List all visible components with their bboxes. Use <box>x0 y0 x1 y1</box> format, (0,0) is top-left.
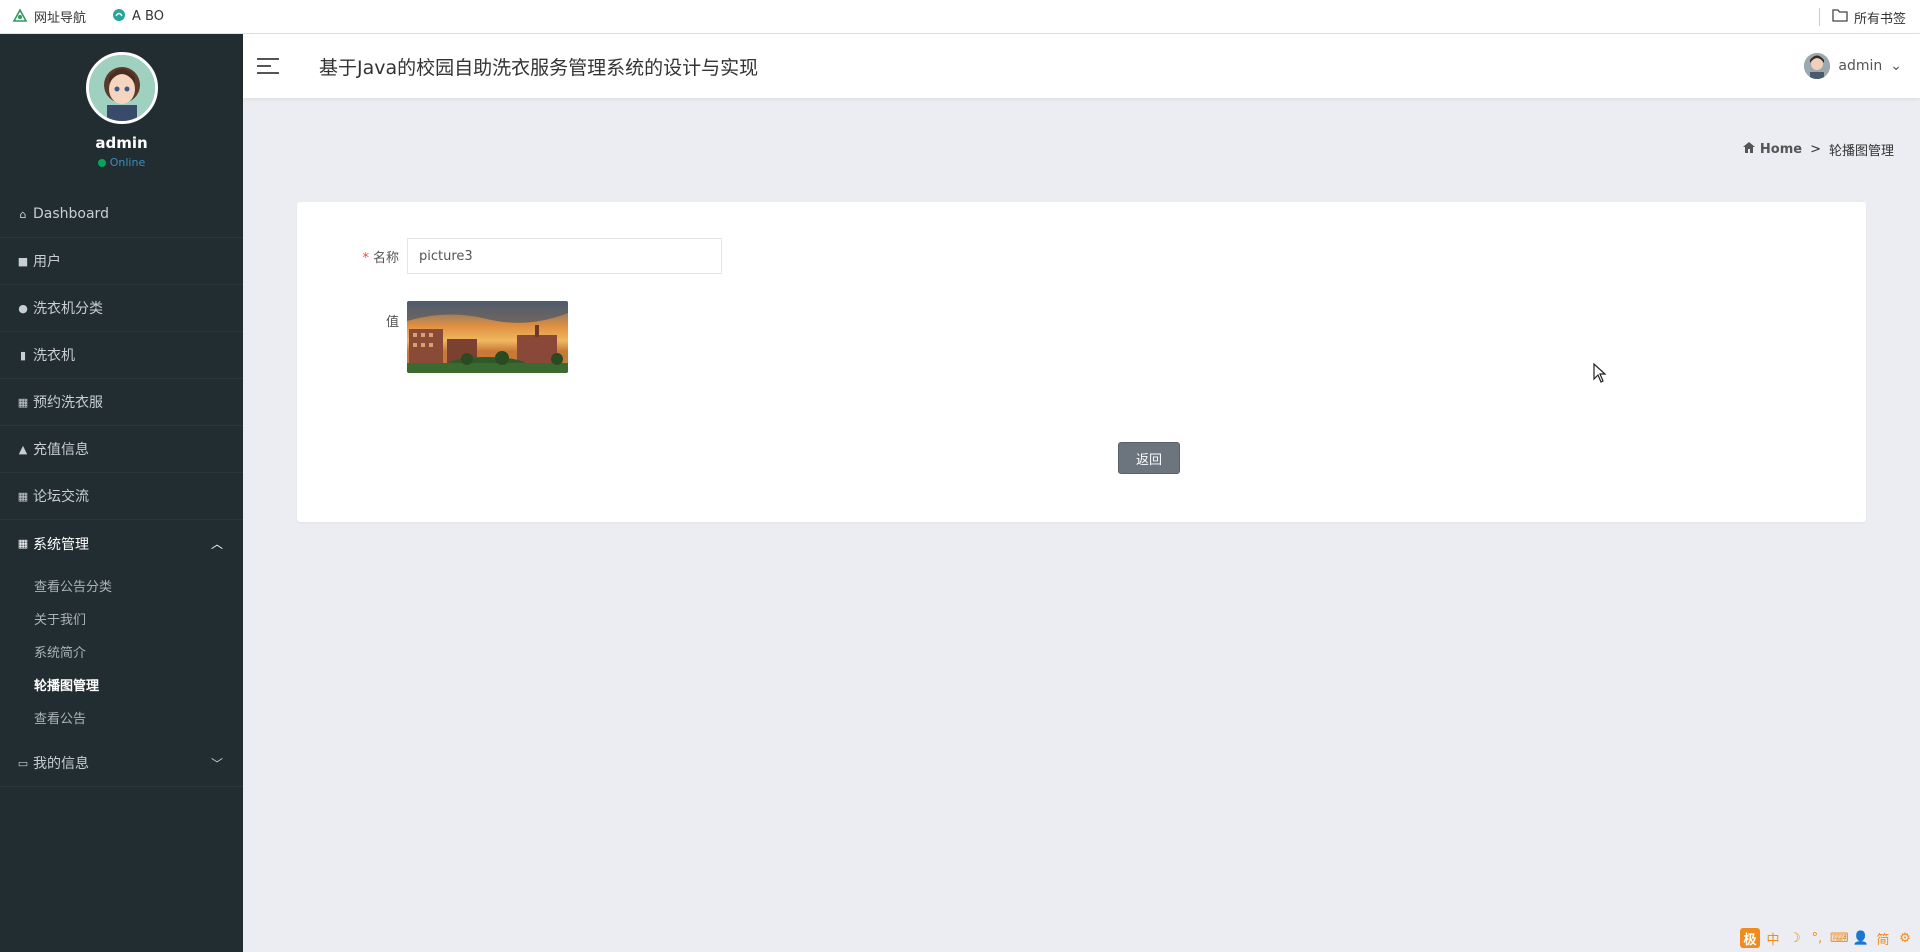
bookmark-nav-label: 网址导航 <box>34 11 87 26</box>
sidebar-item-washers[interactable]: ▮ 洗衣机 <box>0 332 243 379</box>
ime-simplified-toggle[interactable]: 简 <box>1874 929 1892 948</box>
ime-moon-icon[interactable]: ☽ <box>1786 931 1804 946</box>
sidebar-item-washer-category[interactable]: ● 洗衣机分类 <box>0 285 243 332</box>
sidebar-item-label: 用户 <box>33 254 61 270</box>
bookmark-nav[interactable]: 网址导航 <box>12 7 86 27</box>
ime-punctuation-icon[interactable]: °, <box>1808 931 1826 946</box>
all-bookmarks[interactable]: 所有书签 <box>1832 0 1906 34</box>
status-text: Online <box>109 156 146 169</box>
ime-user-icon[interactable]: 👤 <box>1852 931 1870 946</box>
bookmark-abo-label: A BO <box>132 9 164 24</box>
ime-keyboard-icon[interactable]: ⌨ <box>1830 931 1849 946</box>
online-dot-icon <box>97 158 106 167</box>
name-field[interactable]: picture3 <box>407 238 722 274</box>
chevron-down-icon: ⌄ <box>1890 58 1902 74</box>
chevron-up-icon: ︿ <box>210 537 223 551</box>
grid-icon: ▦ <box>17 395 29 409</box>
back-button[interactable]: 返回 <box>1118 442 1180 474</box>
grid-icon: ▦ <box>17 489 29 503</box>
name-row: * 名称 picture3 <box>297 238 722 274</box>
system-submenu: 查看公告分类 关于我们 系统简介 轮播图管理 查看公告 <box>0 567 243 740</box>
grid-icon: ▦ <box>17 537 29 550</box>
sidebar-item-system[interactable]: ▦ 系统管理 ︿ <box>0 520 243 567</box>
home-icon: ⌂ <box>19 207 27 221</box>
card-icon: ▭ <box>17 756 29 770</box>
sidebar-item-label: Dashboard <box>33 206 109 222</box>
breadcrumb: Home > 轮播图管理 <box>1742 140 1894 159</box>
sidebar-item-users[interactable]: ■ 用户 <box>0 238 243 285</box>
sidebar-item-forum[interactable]: ▦ 论坛交流 <box>0 473 243 520</box>
nav-icon <box>12 7 28 27</box>
user-avatar <box>1804 53 1831 79</box>
sidebar-item-dashboard[interactable]: ⌂ Dashboard <box>0 191 243 238</box>
submenu-item-about[interactable]: 关于我们 <box>0 602 243 635</box>
bookmarks-bar: 网址导航 A BO 所有书签 <box>0 0 1920 34</box>
breadcrumb-separator: > <box>1810 142 1821 157</box>
home-icon <box>1742 142 1755 157</box>
bookmark-icon <box>112 8 126 26</box>
carousel-image[interactable] <box>407 301 568 373</box>
sidebar-item-label: 我的信息 <box>33 756 89 772</box>
folder-icon <box>1832 8 1848 26</box>
sidebar-item-label: 洗衣机分类 <box>33 301 103 317</box>
value-label: 值 <box>385 315 399 330</box>
sidebar-item-reservations[interactable]: ▦ 预约洗衣服 <box>0 379 243 426</box>
sidebar-item-label: 洗衣机 <box>33 348 75 364</box>
status-badge: Online <box>97 156 146 169</box>
chart-icon: ▮ <box>19 348 27 362</box>
submenu-item-intro[interactable]: 系统简介 <box>0 635 243 668</box>
user-name: admin <box>1838 58 1883 74</box>
sidebar-profile: admin Online <box>0 34 243 191</box>
submenu-item-carousel[interactable]: 轮播图管理 <box>0 668 243 701</box>
sidebar-item-label: 充值信息 <box>33 442 89 458</box>
bookmark-abo[interactable]: A BO <box>112 8 164 26</box>
submenu-item-notice-category[interactable]: 查看公告分类 <box>0 569 243 602</box>
breadcrumb-current: 轮播图管理 <box>1828 144 1894 159</box>
sidebar-item-my-info[interactable]: ▭ 我的信息 ﹀ <box>0 740 243 787</box>
ime-settings-icon[interactable]: ⚙ <box>1896 931 1914 946</box>
ime-chinese-mode[interactable]: 中 <box>1764 929 1782 948</box>
user-dropdown[interactable]: admin ⌄ <box>1804 34 1902 98</box>
bookmarks-divider <box>1819 8 1820 26</box>
lock-icon: ▲ <box>18 442 28 456</box>
detail-card: * 名称 picture3 值 返回 <box>297 202 1866 522</box>
required-marker: * <box>362 250 369 266</box>
pin-icon: ● <box>18 301 28 315</box>
sidebar-item-label: 系统管理 <box>33 536 89 553</box>
profile-name: admin <box>95 134 148 152</box>
avatar[interactable] <box>85 52 158 124</box>
sidebar: admin Online ⌂ Dashboard ■ 用户 ● 洗衣机分类 ▮ … <box>0 34 243 952</box>
chevron-down-icon: ﹀ <box>210 756 223 771</box>
all-bookmarks-label: 所有书签 <box>1853 11 1906 27</box>
ime-logo-icon[interactable]: 极 <box>1740 928 1760 948</box>
menu-toggle-icon[interactable] <box>257 58 279 74</box>
breadcrumb-home[interactable]: Home <box>1742 142 1803 157</box>
top-header: 基于Java的校园自助洗衣服务管理系统的设计与实现 admin ⌄ <box>243 34 1920 98</box>
value-row: 值 <box>297 301 568 373</box>
page-title: 基于Java的校园自助洗衣服务管理系统的设计与实现 <box>319 56 759 79</box>
sidebar-item-label: 论坛交流 <box>33 489 89 505</box>
ime-toolbar: 极 中 ☽ °, ⌨ 👤 简 ⚙ <box>1740 928 1914 948</box>
sidebar-item-recharge[interactable]: ▲ 充值信息 <box>0 426 243 473</box>
breadcrumb-home-label: Home <box>1759 142 1803 157</box>
mouse-cursor-icon <box>1593 362 1607 387</box>
name-label: * 名称 <box>362 250 399 266</box>
sidebar-item-label: 预约洗衣服 <box>33 395 103 411</box>
user-icon: ■ <box>17 254 29 268</box>
submenu-item-notices[interactable]: 查看公告 <box>0 701 243 734</box>
